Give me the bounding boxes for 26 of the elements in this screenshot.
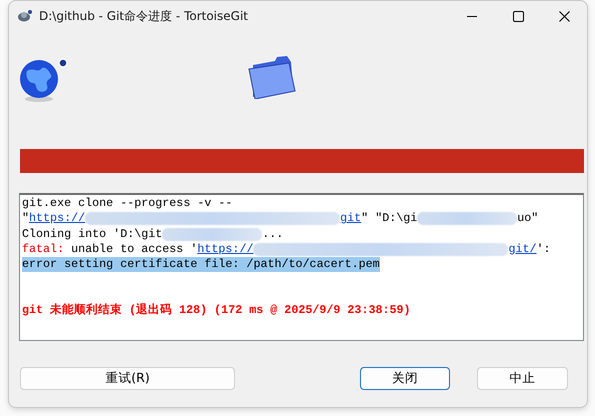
log-text: Cloning into 'D:\git bbox=[22, 226, 162, 242]
maximize-icon[interactable] bbox=[512, 10, 524, 22]
log-text: ... bbox=[262, 226, 284, 242]
log-line[interactable]: fatal: unable to access 'https:// git/': bbox=[22, 242, 551, 258]
failure-message: git 未能顺利结束 (退出码 128) (172 ms @ 2025/9/9 23:38:59) bbox=[22, 303, 411, 318]
url-link[interactable]: https:// bbox=[197, 242, 254, 258]
url-link[interactable]: git bbox=[340, 211, 362, 227]
url-link[interactable]: git/ bbox=[508, 242, 537, 258]
log-line[interactable]: "https:// git" "D:\gi uo" bbox=[22, 211, 538, 227]
log-line[interactable]: Cloning into 'D:\git ... bbox=[22, 226, 284, 242]
tortoise-app-icon bbox=[17, 9, 33, 23]
retry-button[interactable]: 重试(R) bbox=[20, 367, 235, 390]
log-text: unable to access ' bbox=[70, 242, 198, 258]
error-label: fatal: bbox=[22, 242, 64, 258]
log-text: error setting certificate file: /path/to/cacert.pem bbox=[22, 257, 380, 272]
window-title: D:\github - Git命令进度 - TortoiseGit bbox=[39, 8, 249, 24]
log-text: uo" bbox=[517, 211, 538, 227]
abort-button[interactable]: 中止 bbox=[477, 367, 568, 390]
log-text: " "D:\gi bbox=[361, 211, 418, 227]
url-link[interactable]: https:// bbox=[29, 211, 86, 227]
folder-icon bbox=[247, 55, 297, 99]
log-text: ': bbox=[536, 242, 551, 258]
close-icon[interactable] bbox=[558, 10, 570, 22]
log-text: " bbox=[22, 211, 30, 227]
close-dialog-button[interactable]: 关闭 bbox=[360, 367, 450, 390]
log-text: git.exe clone --progress -v -- bbox=[22, 196, 232, 212]
